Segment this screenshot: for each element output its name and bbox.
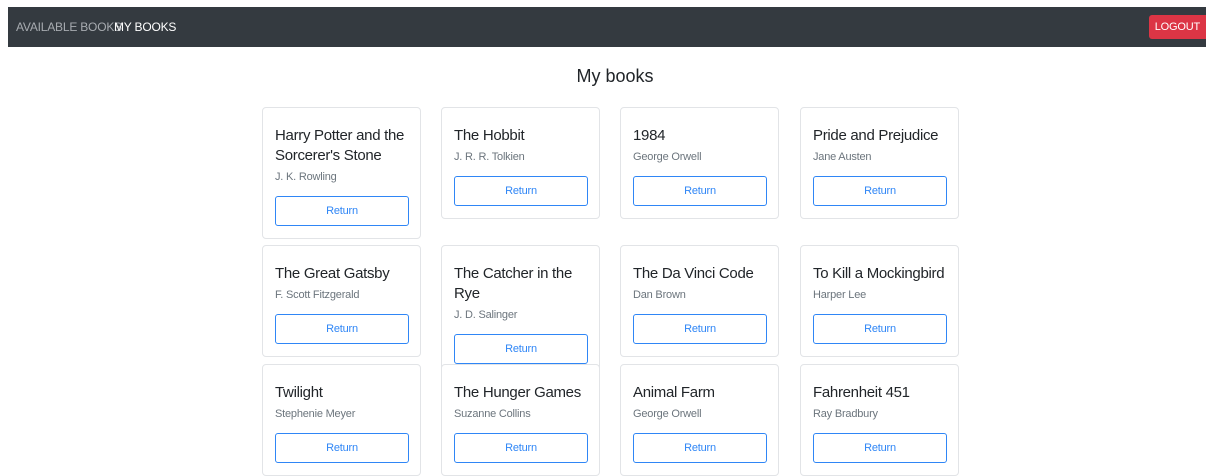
nav-my-books[interactable]: MY BOOKS <box>114 20 176 34</box>
book-author: J. D. Salinger <box>454 309 518 321</box>
book-title: 1984 <box>633 127 666 144</box>
return-button[interactable]: Return <box>275 196 409 226</box>
return-button[interactable]: Return <box>813 176 947 206</box>
return-button[interactable]: Return <box>454 176 588 206</box>
book-card: Fahrenheit 451 Ray Bradbury Return <box>800 364 959 476</box>
book-author: Ray Bradbury <box>813 408 878 420</box>
book-title: Harry Potter and the Sorcerer's Stone <box>275 127 405 164</box>
nav-available-books[interactable]: AVAILABLE BOOKS <box>16 20 122 34</box>
book-card: 1984 George Orwell Return <box>620 107 779 219</box>
book-author: George Orwell <box>633 151 702 163</box>
book-author: F. Scott Fitzgerald <box>275 289 360 301</box>
return-button[interactable]: Return <box>633 314 767 344</box>
return-button[interactable]: Return <box>633 433 767 463</box>
book-card: Pride and Prejudice Jane Austen Return <box>800 107 959 219</box>
book-card: Animal Farm George Orwell Return <box>620 364 779 476</box>
book-title: Twilight <box>275 384 323 401</box>
book-title: Pride and Prejudice <box>813 127 939 144</box>
book-title: Animal Farm <box>633 384 715 401</box>
book-card: The Hobbit J. R. R. Tolkien Return <box>441 107 600 219</box>
return-button[interactable]: Return <box>633 176 767 206</box>
book-title: The Catcher in the Rye <box>454 265 572 302</box>
book-card: The Great Gatsby F. Scott Fitzgerald Ret… <box>262 245 421 357</box>
return-button[interactable]: Return <box>275 433 409 463</box>
book-author: Stephenie Meyer <box>275 408 356 420</box>
return-button[interactable]: Return <box>454 433 588 463</box>
top-navbar: AVAILABLE BOOKS MY BOOKS LOGOUT <box>8 7 1206 47</box>
book-author: Suzanne Collins <box>454 408 531 420</box>
book-author: Dan Brown <box>633 289 686 301</box>
return-button[interactable]: Return <box>813 314 947 344</box>
book-author: J. K. Rowling <box>275 171 337 183</box>
book-card: The Da Vinci Code Dan Brown Return <box>620 245 779 357</box>
book-card: Harry Potter and the Sorcerer's Stone J.… <box>262 107 421 239</box>
logout-button[interactable]: LOGOUT <box>1148 15 1206 39</box>
book-author: J. R. R. Tolkien <box>454 151 525 163</box>
book-title: The Hunger Games <box>454 384 581 401</box>
book-author: George Orwell <box>633 408 702 420</box>
book-card: Twilight Stephenie Meyer Return <box>262 364 421 476</box>
book-title: The Great Gatsby <box>275 265 390 282</box>
return-button[interactable]: Return <box>454 334 588 364</box>
return-button[interactable]: Return <box>275 314 409 344</box>
book-title: The Da Vinci Code <box>633 265 754 282</box>
return-button[interactable]: Return <box>813 433 947 463</box>
book-author: Jane Austen <box>813 151 872 163</box>
book-card: The Catcher in the Rye J. D. Salinger Re… <box>441 245 600 377</box>
book-title: To Kill a Mockingbird <box>813 265 945 282</box>
book-author: Harper Lee <box>813 289 867 301</box>
book-card: To Kill a Mockingbird Harper Lee Return <box>800 245 959 357</box>
book-title: The Hobbit <box>454 127 525 144</box>
book-card: The Hunger Games Suzanne Collins Return <box>441 364 600 476</box>
page-title: My books <box>576 66 654 86</box>
book-title: Fahrenheit 451 <box>813 384 910 401</box>
